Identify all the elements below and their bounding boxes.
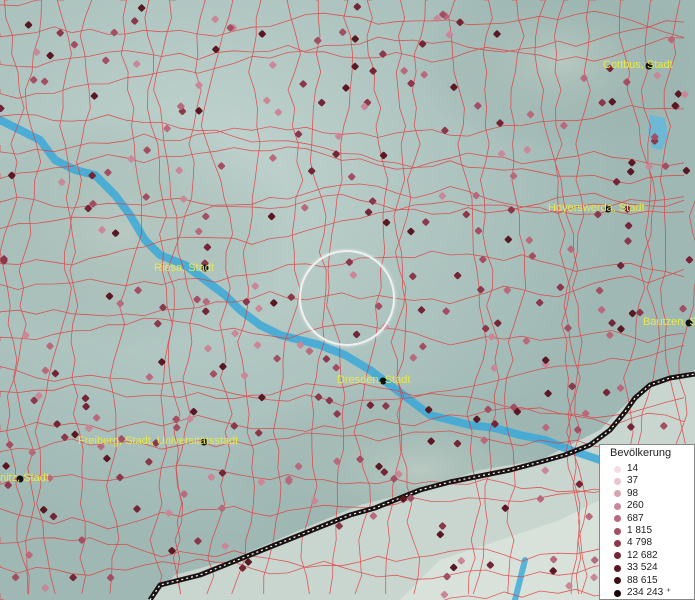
legend-label: 37 [627,475,639,487]
city-label-hoyerswerda: Hoyerswerda, Stadt [548,202,645,214]
legend-label: 14 [627,463,639,474]
legend-swatch [614,539,621,547]
legend-swatch [614,465,621,473]
legend-title: Bevölkerung [610,447,672,459]
city-label-cottbus: Cottbus, Stadt [603,59,673,71]
legend-swatch [614,502,621,510]
city-label-chemnitz: nitz, Stadt [0,472,49,484]
legend-swatch [614,515,621,523]
city-label-riesa: Riesa, Stadt [154,262,214,274]
city-label-freiberg: Freiberg, Stadt, Universitätsstadt [78,435,239,447]
legend-item: 260 [614,500,644,512]
legend-item: 12 682 [614,550,658,562]
legend-label: 234 243 ⁺ [627,587,672,598]
legend-swatch [614,577,621,585]
legend-swatch [614,589,621,597]
legend-label: 33 524 [627,562,658,574]
legend-swatch [614,552,621,560]
legend-item: 687 [614,513,644,525]
legend-swatch [614,564,621,572]
legend-item: 98 [614,488,638,500]
legend-item: 1 815 [614,525,652,537]
legend-label: 88 615 [627,574,658,586]
legend-swatch [614,477,621,485]
legend-item: 14 [614,463,638,475]
legend-label: 1 815 [627,525,653,536]
legend-swatch [614,490,621,498]
population-legend: Bevölkerung 14 37 98 260 687 1 815 4 798 12 682… [599,444,695,600]
legend-label: 98 [627,487,639,499]
city-label-bautzen: Bautzen, St [643,316,695,328]
selection-circle[interactable] [299,250,395,346]
legend-swatch [614,527,621,535]
legend-label: 687 [627,512,644,524]
legend-label: 4 798 [627,537,653,549]
city-label-dresden: Dresden, Stadt [337,374,411,386]
legend-item: 234 243 ⁺ [614,587,671,599]
legend-label: 12 682 [627,549,658,561]
legend-label: 260 [627,500,644,512]
legend-item: 37 [614,475,638,487]
legend-item: 4 798 [614,537,652,549]
legend-item: 33 524 [614,562,658,574]
legend-item: 88 615 [614,575,658,587]
